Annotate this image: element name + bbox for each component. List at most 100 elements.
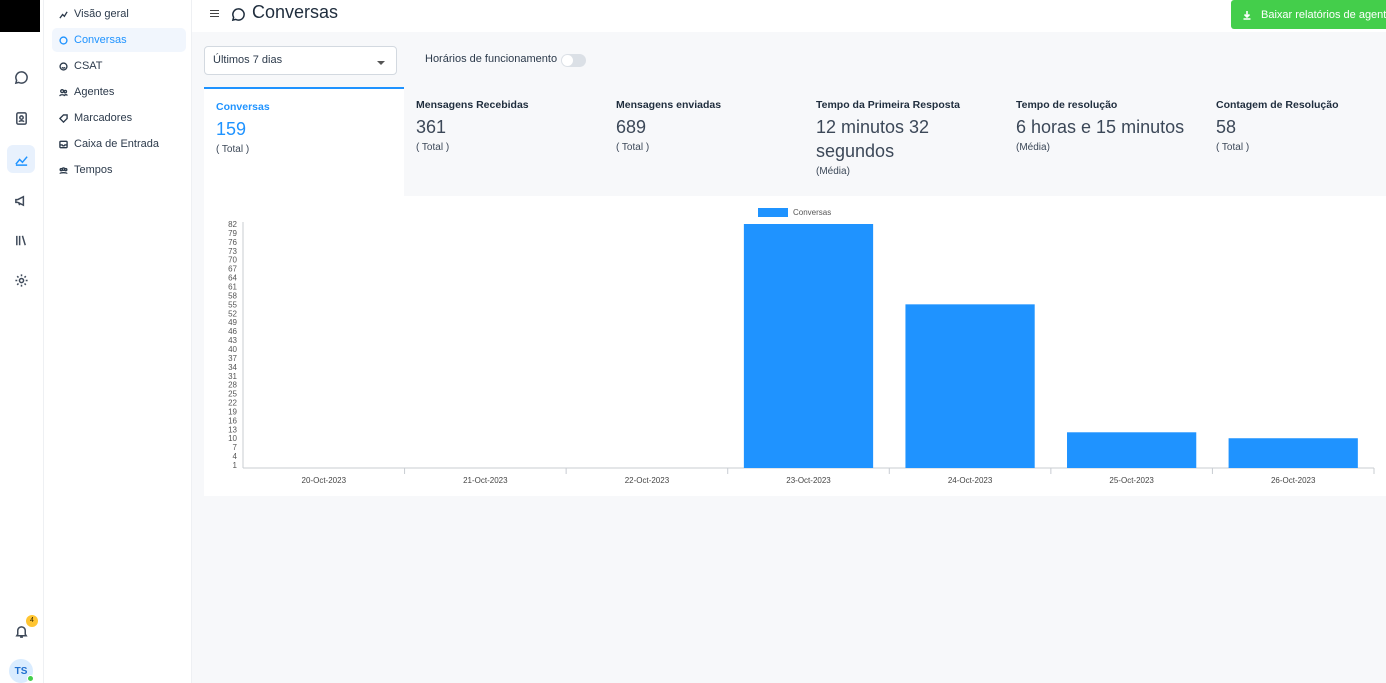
subnav-item-label: Tempos bbox=[74, 164, 113, 176]
y-tick-label: 37 bbox=[228, 354, 237, 363]
y-tick-label: 82 bbox=[228, 220, 237, 229]
metric-value: 689 bbox=[616, 117, 647, 137]
menu-toggle-icon[interactable] bbox=[210, 10, 219, 18]
metric-sub: ( Total ) bbox=[616, 142, 650, 153]
metric-card-first-response[interactable]: Tempo da Primeira Resposta 12 minutos 32… bbox=[804, 87, 1004, 196]
team-icon bbox=[59, 166, 68, 175]
metric-card-resolution-time[interactable]: Tempo de resolução 6 horas e 15 minutos … bbox=[1004, 87, 1204, 196]
app-root: 4 TS Visão geral Conversas CSAT Agentes … bbox=[0, 0, 1386, 683]
metric-label: Mensagens enviadas bbox=[616, 99, 722, 111]
library-nav-button[interactable] bbox=[7, 226, 35, 254]
subnav-item-inbox[interactable]: Caixa de Entrada bbox=[52, 132, 186, 156]
legend-label: Conversas bbox=[793, 208, 831, 217]
metric-label: Tempo da Primeira Resposta bbox=[816, 99, 960, 111]
x-tick-label: 20-Oct-2023 bbox=[302, 476, 347, 485]
metric-card-sent[interactable]: Mensagens enviadas 689 ( Total ) bbox=[604, 87, 804, 196]
y-tick-label: 4 bbox=[233, 452, 238, 461]
x-tick-label: 25-Oct-2023 bbox=[1109, 476, 1154, 485]
tag-icon bbox=[59, 113, 68, 123]
bar bbox=[905, 304, 1035, 468]
x-tick-label: 26-Oct-2023 bbox=[1271, 476, 1316, 485]
chevron-down-icon bbox=[377, 61, 385, 65]
y-tick-label: 40 bbox=[228, 345, 237, 354]
bar bbox=[743, 224, 874, 468]
reports-subnav: Visão geral Conversas CSAT Agentes Marca… bbox=[44, 0, 192, 683]
date-range-value: Últimos 7 dias bbox=[213, 54, 283, 66]
x-tick-label: 23-Oct-2023 bbox=[786, 476, 831, 485]
metric-card-resolution-count[interactable]: Contagem de Resolução 58 ( Total ) bbox=[1204, 87, 1386, 196]
metric-value: 361 bbox=[416, 117, 447, 137]
subnav-item-overview[interactable]: Visão geral bbox=[52, 2, 186, 26]
y-tick-label: 19 bbox=[228, 407, 237, 416]
y-tick-label: 58 bbox=[228, 291, 237, 300]
y-tick-label: 73 bbox=[228, 247, 237, 256]
subnav-item-conversations[interactable]: Conversas bbox=[52, 28, 186, 52]
subnav-item-label: Marcadores bbox=[74, 112, 133, 124]
y-tick-label: 43 bbox=[228, 336, 237, 345]
metric-sub: ( Total ) bbox=[416, 142, 450, 153]
y-tick-label: 52 bbox=[228, 309, 237, 318]
legend-swatch bbox=[758, 208, 788, 217]
reports-nav-button[interactable] bbox=[7, 145, 35, 173]
subnav-item-agents[interactable]: Agentes bbox=[52, 80, 186, 104]
y-tick-label: 1 bbox=[233, 461, 238, 470]
y-tick-label: 49 bbox=[228, 318, 237, 327]
date-range-select[interactable]: Últimos 7 dias bbox=[204, 46, 397, 75]
x-tick-label: 22-Oct-2023 bbox=[625, 476, 670, 485]
toggle-knob bbox=[562, 55, 573, 66]
metric-value: 6 horas e 15 minutos bbox=[1016, 117, 1185, 137]
conversations-nav-button[interactable] bbox=[7, 63, 35, 91]
bar bbox=[1067, 432, 1197, 468]
contacts-nav-button[interactable] bbox=[7, 104, 35, 132]
icon-rail: 4 TS bbox=[0, 0, 44, 683]
metric-sub: (Média) bbox=[816, 166, 850, 177]
y-tick-label: 70 bbox=[228, 256, 237, 265]
page-title: Conversas bbox=[252, 2, 339, 22]
metric-value: 159 bbox=[216, 119, 247, 139]
y-tick-label: 64 bbox=[228, 274, 237, 283]
inbox-icon bbox=[59, 140, 68, 149]
y-tick-label: 28 bbox=[228, 381, 237, 390]
y-tick-label: 13 bbox=[228, 425, 237, 434]
subnav-item-label: Caixa de Entrada bbox=[74, 138, 159, 150]
metric-sub: (Média) bbox=[1016, 142, 1050, 153]
metric-sub: ( Total ) bbox=[216, 144, 250, 155]
metric-label: Tempo de resolução bbox=[1016, 99, 1118, 111]
y-tick-label: 22 bbox=[228, 399, 237, 408]
y-tick-label: 46 bbox=[228, 327, 237, 336]
y-tick-label: 61 bbox=[228, 282, 237, 291]
conversations-chart: 1 4 7 10 13 16 19 22 25 28 31 34 37 40 43 46 49 52 55 58 61 6… bbox=[204, 196, 1386, 496]
subnav-item-csat[interactable]: CSAT bbox=[52, 54, 186, 78]
settings-nav-button[interactable] bbox=[7, 266, 35, 294]
subnav-item-labels[interactable]: Marcadores bbox=[52, 106, 186, 130]
campaigns-icon bbox=[14, 195, 24, 206]
download-icon bbox=[1243, 10, 1251, 20]
y-tick-label: 67 bbox=[228, 265, 237, 274]
contacts-icon bbox=[15, 111, 27, 125]
y-tick-label: 76 bbox=[228, 238, 237, 247]
y-tick-label: 16 bbox=[228, 416, 237, 425]
subnav-item-teams[interactable]: Tempos bbox=[52, 158, 186, 182]
settings-icon bbox=[14, 273, 28, 287]
metric-value: 58 bbox=[1216, 117, 1237, 137]
people-icon bbox=[59, 88, 68, 97]
subnav-item-label: Conversas bbox=[74, 34, 127, 46]
y-tick-label: 34 bbox=[228, 363, 237, 372]
bell-icon bbox=[14, 625, 28, 638]
metric-card-conversations[interactable]: Conversas 159 ( Total ) bbox=[204, 87, 404, 196]
metric-card-received[interactable]: Mensagens Recebidas 361 ( Total ) bbox=[404, 87, 604, 196]
business-hours-toggle[interactable] bbox=[561, 54, 586, 67]
x-tick-label: 24-Oct-2023 bbox=[948, 476, 993, 485]
metric-value: 12 minutos 32 segundos bbox=[816, 117, 930, 161]
campaigns-nav-button[interactable] bbox=[7, 186, 35, 214]
chat-icon bbox=[59, 35, 68, 45]
metric-label: Contagem de Resolução bbox=[1216, 99, 1339, 111]
reports-icon bbox=[14, 155, 28, 166]
chart-icon bbox=[59, 10, 68, 19]
online-status-dot bbox=[27, 675, 34, 682]
notification-badge: 4 bbox=[26, 615, 38, 627]
smile-icon bbox=[59, 61, 68, 71]
download-button-label: Baixar relatórios de agentes bbox=[1261, 8, 1386, 21]
download-agent-reports-button[interactable]: Baixar relatórios de agentes bbox=[1231, 0, 1386, 29]
metric-label: Mensagens Recebidas bbox=[416, 99, 529, 111]
